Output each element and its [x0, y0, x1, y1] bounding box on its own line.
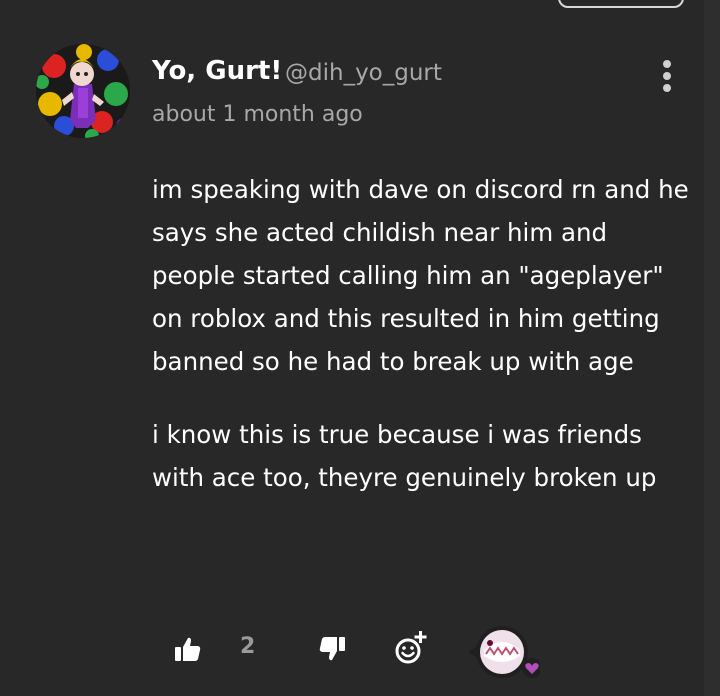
avatar[interactable]: [36, 44, 130, 138]
comment-actions: 2: [0, 620, 720, 690]
author-handle[interactable]: @dih_yo_gurt: [285, 60, 442, 86]
more-options-button[interactable]: [652, 58, 682, 94]
like-count: 2: [240, 634, 256, 659]
reaction-badge[interactable]: [462, 624, 542, 680]
more-vertical-icon: [663, 60, 671, 68]
add-reaction-icon: [395, 631, 427, 664]
comment-timestamp: about 1 month ago: [152, 102, 363, 127]
like-button[interactable]: [174, 636, 202, 666]
comment-body: im speaking with dave on discord rn and …: [152, 168, 697, 529]
comment-paragraph: im speaking with dave on discord rn and …: [152, 175, 689, 376]
thumbs-down-icon: [319, 637, 345, 661]
dislike-button[interactable]: [318, 636, 346, 666]
comment-paragraph: i know this is true because i was friend…: [152, 420, 657, 492]
top-outline-button[interactable]: [558, 0, 684, 8]
reaction-avatar-icon: [468, 626, 542, 678]
scrollbar-track[interactable]: [704, 0, 720, 696]
avatar-image: [36, 44, 130, 138]
add-reaction-button[interactable]: [394, 630, 430, 670]
thumbs-up-icon: [175, 637, 201, 661]
author-display-name[interactable]: Yo, Gurt!: [152, 56, 282, 86]
